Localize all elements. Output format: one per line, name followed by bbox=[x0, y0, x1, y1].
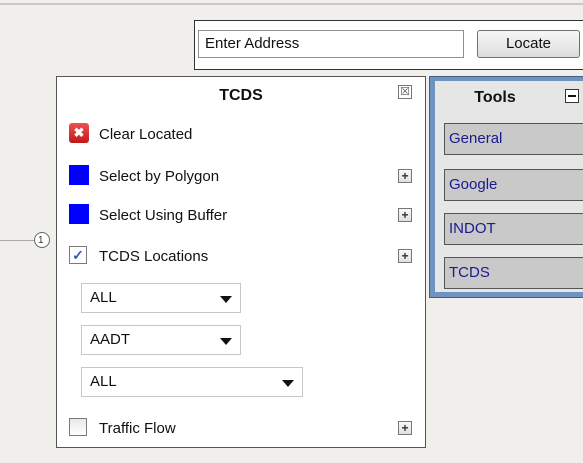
traffic-flow-checkbox[interactable] bbox=[69, 418, 87, 436]
expand-traffic-flow-plus-icon[interactable]: + bbox=[398, 421, 412, 435]
expand-buffer-plus-icon[interactable]: + bbox=[398, 208, 412, 222]
tool-general-button[interactable]: General bbox=[444, 123, 583, 155]
category-filter-value: ALL bbox=[90, 373, 117, 390]
clear-located-label: Clear Located bbox=[99, 126, 193, 143]
collapse-minus-icon[interactable] bbox=[565, 89, 579, 103]
tool-indot-button[interactable]: INDOT bbox=[444, 213, 583, 245]
select-using-buffer-label: Select Using Buffer bbox=[99, 207, 228, 224]
tcds-panel-title: TCDS bbox=[219, 87, 263, 104]
select-by-polygon-label: Select by Polygon bbox=[99, 168, 220, 185]
expand-locations-plus-icon[interactable]: + bbox=[398, 249, 412, 263]
tcds-locations-label: TCDS Locations bbox=[99, 248, 209, 265]
tools-panel: Tools General Google INDOT TCDS bbox=[429, 76, 583, 298]
tcds-panel: TCDS ☒ ✖ Clear Located Select by Polygon… bbox=[56, 76, 426, 448]
buffer-color-icon bbox=[69, 204, 89, 224]
category-filter-dropdown[interactable]: ALL bbox=[81, 367, 303, 397]
top-divider bbox=[0, 3, 583, 5]
tool-google-button[interactable]: Google bbox=[444, 169, 583, 201]
clear-located-row[interactable]: ✖ Clear Located bbox=[69, 123, 369, 147]
close-icon[interactable]: ☒ bbox=[398, 85, 412, 99]
location-filter-dropdown[interactable]: ALL bbox=[81, 283, 241, 313]
tool-tcds-button[interactable]: TCDS bbox=[444, 257, 583, 289]
chevron-down-icon bbox=[220, 338, 232, 345]
polygon-color-icon bbox=[69, 165, 89, 185]
map-route-marker[interactable]: 1 bbox=[34, 232, 50, 248]
tools-panel-title: Tools bbox=[474, 89, 516, 106]
chevron-down-icon bbox=[282, 380, 294, 387]
count-type-value: AADT bbox=[90, 331, 131, 348]
address-input[interactable]: Enter Address bbox=[198, 30, 464, 58]
tcds-locations-checkbox[interactable]: ✓ bbox=[69, 246, 87, 264]
clear-icon: ✖ bbox=[69, 123, 89, 143]
traffic-flow-label: Traffic Flow bbox=[99, 420, 176, 437]
count-type-dropdown[interactable]: AADT bbox=[81, 325, 241, 355]
select-using-buffer-row[interactable]: Select Using Buffer bbox=[69, 204, 369, 228]
tcds-locations-row[interactable]: ✓ TCDS Locations bbox=[69, 245, 369, 269]
expand-polygon-plus-icon[interactable]: + bbox=[398, 169, 412, 183]
tools-panel-body: Tools General Google INDOT TCDS bbox=[435, 81, 583, 292]
location-filter-value: ALL bbox=[90, 289, 117, 306]
traffic-flow-row[interactable]: Traffic Flow bbox=[69, 417, 369, 441]
chevron-down-icon bbox=[220, 296, 232, 303]
select-by-polygon-row[interactable]: Select by Polygon bbox=[69, 165, 369, 189]
locate-button[interactable]: Locate bbox=[477, 30, 580, 58]
